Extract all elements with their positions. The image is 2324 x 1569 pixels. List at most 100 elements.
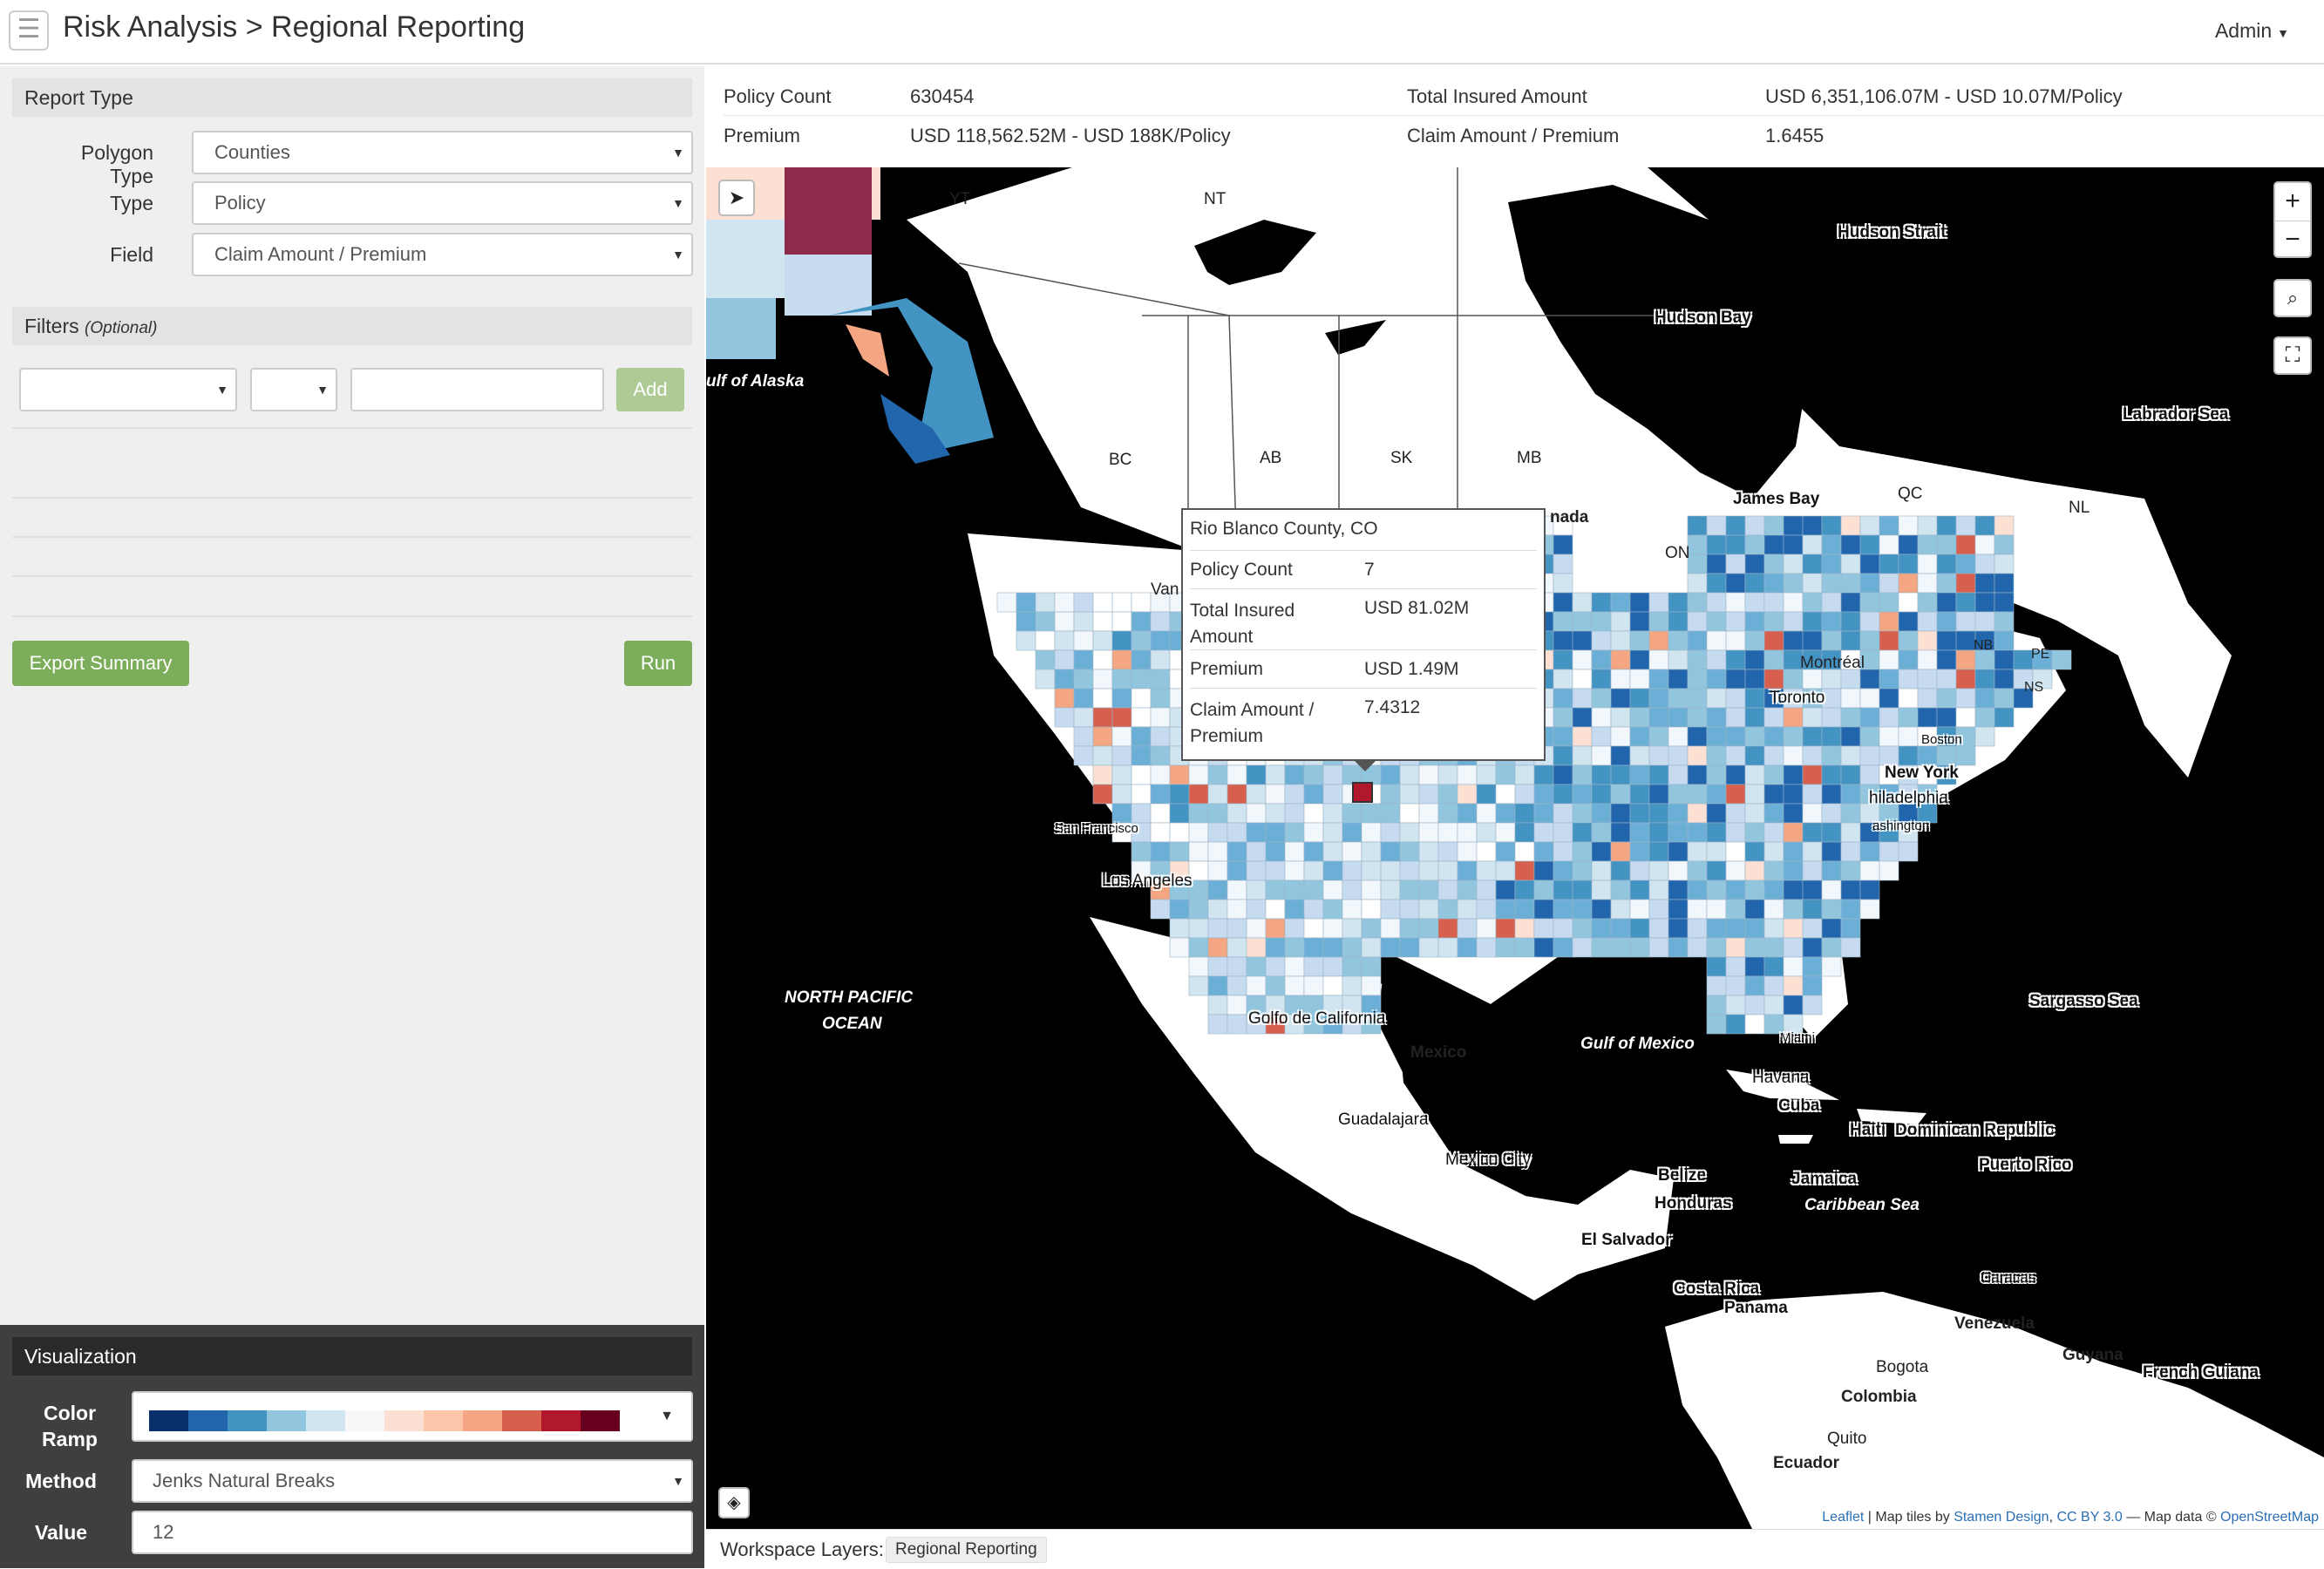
county-polygon[interactable] (1840, 688, 1861, 709)
county-polygon[interactable] (1629, 726, 1650, 747)
county-polygon[interactable] (1342, 860, 1362, 881)
county-polygon[interactable] (1533, 937, 1554, 958)
county-polygon[interactable] (1553, 784, 1573, 805)
county-polygon[interactable] (1840, 937, 1861, 958)
county-polygon[interactable] (1035, 669, 1056, 689)
county-polygon[interactable] (1380, 860, 1401, 881)
county-polygon[interactable] (1859, 707, 1880, 728)
county-polygon[interactable] (1687, 937, 1708, 958)
county-polygon[interactable] (1361, 803, 1382, 824)
county-polygon[interactable] (1533, 918, 1554, 939)
county-polygon[interactable] (1879, 707, 1899, 728)
county-polygon[interactable] (1610, 688, 1631, 709)
county-polygon[interactable] (1802, 784, 1823, 805)
county-polygon[interactable] (1073, 630, 1094, 651)
county-polygon[interactable] (1687, 515, 1708, 536)
county-polygon[interactable] (1974, 554, 1995, 574)
county-polygon[interactable] (1572, 707, 1593, 728)
county-polygon[interactable] (1648, 803, 1669, 824)
county-polygon[interactable] (1399, 803, 1420, 824)
county-polygon[interactable] (1687, 784, 1708, 805)
stamen-link[interactable]: Stamen Design (1954, 1510, 2049, 1525)
county-polygon[interactable] (996, 592, 1017, 613)
county-polygon[interactable] (1955, 611, 1976, 632)
county-polygon[interactable] (1322, 880, 1343, 900)
county-polygon[interactable] (1553, 841, 1573, 862)
county-polygon[interactable] (1533, 764, 1554, 785)
county-polygon[interactable] (1898, 841, 1919, 862)
county-polygon[interactable] (1207, 880, 1228, 900)
county-polygon[interactable] (1227, 956, 1247, 977)
county-polygon[interactable] (1725, 726, 1746, 747)
county-polygon[interactable] (1265, 764, 1286, 785)
county-polygon[interactable] (1553, 860, 1573, 881)
county-polygon[interactable] (1572, 630, 1593, 651)
county-polygon[interactable] (1265, 937, 1286, 958)
county-polygon[interactable] (1821, 822, 1842, 843)
county-polygon[interactable] (1802, 860, 1823, 881)
county-polygon[interactable] (1322, 764, 1343, 785)
county-polygon[interactable] (1591, 860, 1612, 881)
county-polygon[interactable] (1821, 745, 1842, 766)
county-polygon[interactable] (1361, 899, 1382, 920)
county-polygon[interactable] (1246, 841, 1267, 862)
county-polygon[interactable] (1553, 611, 1573, 632)
county-polygon[interactable] (1035, 592, 1056, 613)
county-polygon[interactable] (1591, 784, 1612, 805)
county-polygon[interactable] (1783, 880, 1804, 900)
county-polygon[interactable] (1437, 918, 1458, 939)
county-polygon[interactable] (1706, 822, 1727, 843)
county-polygon[interactable] (1706, 975, 1727, 996)
county-polygon[interactable] (1246, 822, 1267, 843)
county-polygon[interactable] (1131, 592, 1152, 613)
county-polygon[interactable] (1342, 918, 1362, 939)
county-polygon[interactable] (1802, 899, 1823, 920)
county-polygon[interactable] (1246, 918, 1267, 939)
county-polygon[interactable] (1859, 726, 1880, 747)
county-polygon[interactable] (1936, 688, 1957, 709)
county-polygon[interactable] (1380, 784, 1401, 805)
county-polygon[interactable] (1802, 611, 1823, 632)
county-polygon[interactable] (1859, 841, 1880, 862)
county-polygon[interactable] (1303, 899, 1324, 920)
county-polygon[interactable] (1572, 669, 1593, 689)
county-polygon[interactable] (1495, 764, 1516, 785)
county-polygon[interactable] (1648, 880, 1669, 900)
county-polygon[interactable] (1725, 822, 1746, 843)
county-polygon[interactable] (1418, 822, 1439, 843)
county-polygon[interactable] (1974, 534, 1995, 555)
county-polygon[interactable] (1629, 611, 1650, 632)
county-polygon[interactable] (1725, 803, 1746, 824)
county-polygon[interactable] (1994, 554, 2015, 574)
county-polygon[interactable] (1840, 784, 1861, 805)
county-polygon[interactable] (1955, 707, 1976, 728)
county-polygon[interactable] (1073, 726, 1094, 747)
county-polygon[interactable] (1092, 764, 1113, 785)
county-polygon[interactable] (1131, 764, 1152, 785)
county-polygon[interactable] (1629, 918, 1650, 939)
county-polygon[interactable] (1783, 860, 1804, 881)
county-polygon[interactable] (1744, 515, 1765, 536)
county-polygon[interactable] (1840, 880, 1861, 900)
county-polygon[interactable] (2051, 649, 2072, 670)
county-polygon[interactable] (1783, 764, 1804, 785)
county-polygon[interactable] (1879, 669, 1899, 689)
county-polygon[interactable] (1188, 918, 1209, 939)
county-polygon[interactable] (1284, 764, 1305, 785)
county-polygon[interactable] (1917, 649, 1938, 670)
county-polygon[interactable] (1303, 860, 1324, 881)
county-polygon[interactable] (1994, 707, 2015, 728)
county-polygon[interactable] (1668, 764, 1689, 785)
county-polygon[interactable] (1399, 899, 1420, 920)
county-polygon[interactable] (1131, 784, 1152, 805)
county-polygon[interactable] (1763, 918, 1784, 939)
county-polygon[interactable] (1092, 745, 1113, 766)
county-polygon[interactable] (1092, 630, 1113, 651)
county-polygon[interactable] (1725, 592, 1746, 613)
county-polygon[interactable] (1284, 822, 1305, 843)
county-polygon[interactable] (1706, 745, 1727, 766)
county-polygon[interactable] (1763, 573, 1784, 594)
county-polygon[interactable] (2013, 649, 2034, 670)
county-polygon[interactable] (1821, 592, 1842, 613)
county-polygon[interactable] (1361, 918, 1382, 939)
